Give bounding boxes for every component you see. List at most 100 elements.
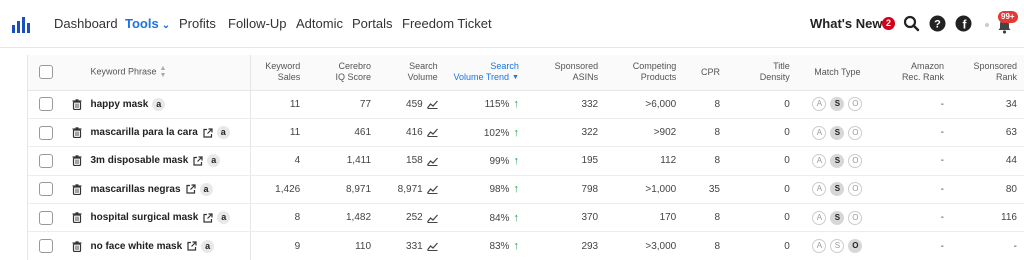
top-nav: Dashboard Tools ⌄ Profits Follow-Up Adtom… [0, 0, 1024, 48]
keyword-cell: hospital surgical mask a [90, 203, 252, 233]
facebook-icon[interactable]: f [955, 15, 972, 32]
header-keyword-sales[interactable]: Keyword Sales [250, 55, 309, 91]
external-link-icon[interactable] [185, 184, 196, 194]
cerebro-iq-cell: 1,482 [308, 203, 380, 233]
match-type-o-toggle[interactable]: O [848, 182, 863, 197]
nav-dashboard[interactable]: Dashboard [54, 16, 118, 31]
nav-profits[interactable]: Profits [179, 16, 216, 31]
match-type-o-toggle[interactable]: O [848, 125, 863, 140]
match-type-a-toggle[interactable]: A [812, 125, 827, 140]
nav-adtomic[interactable]: Adtomic [296, 16, 343, 31]
match-type-s-toggle[interactable]: S [830, 239, 845, 254]
header-actions [63, 55, 91, 91]
keyword-phrase[interactable]: 3m disposable mask [90, 156, 188, 167]
keyword-phrase[interactable]: happy mask [90, 99, 148, 110]
header-search-volume-trend[interactable]: Search Volume Trend ▼ [445, 55, 527, 91]
amazon-icon[interactable]: a [199, 182, 213, 196]
row-checkbox[interactable] [38, 97, 53, 112]
nav-tools[interactable]: Tools ⌄ [125, 16, 170, 31]
sponsored-rank-cell: - [951, 231, 1024, 260]
trend-value: 102% [483, 127, 510, 139]
trash-icon[interactable] [72, 184, 82, 195]
keyword-phrase[interactable]: no face white mask [90, 241, 182, 252]
helium10-logo-icon[interactable] [12, 17, 30, 33]
header-amazon-rec-rank[interactable]: Amazon Rec. Rank [876, 55, 952, 91]
match-type-a-toggle[interactable]: A [812, 239, 827, 254]
line-chart-icon[interactable] [426, 127, 438, 138]
external-link-icon[interactable] [203, 213, 213, 223]
match-type-a-toggle[interactable]: A [812, 182, 827, 197]
keyword-sales-cell: 1,426 [250, 175, 309, 205]
match-type-o-toggle[interactable]: O [848, 153, 863, 168]
search-volume-trend-cell: 102% ↑ [445, 118, 527, 148]
match-type-s-toggle[interactable]: S [830, 210, 845, 225]
match-type-o-toggle[interactable]: O [848, 97, 863, 112]
line-chart-icon[interactable] [426, 241, 438, 251]
header-cpr[interactable]: CPR [684, 55, 728, 91]
select-all-checkbox[interactable] [38, 65, 53, 80]
header-competing-products[interactable]: Competing Products [606, 55, 685, 91]
amazon-icon[interactable]: a [217, 211, 231, 225]
match-type-s-toggle[interactable]: S [830, 153, 845, 168]
row-select-cell [28, 146, 64, 176]
nav-follow-up[interactable]: Follow-Up [228, 16, 287, 31]
header-sponsored-asins[interactable]: Sponsored ASINs [526, 55, 607, 91]
match-type-o-toggle[interactable]: O [848, 239, 863, 254]
sponsored-rank-cell: 44 [951, 146, 1024, 176]
line-chart-icon[interactable] [426, 156, 438, 166]
keyword-sales-cell: 4 [250, 146, 309, 176]
keyword-phrase[interactable]: mascarilla para la cara [90, 127, 197, 138]
search-volume-value: 416 [406, 127, 423, 139]
match-type-cell: ASO [797, 231, 877, 260]
header-cerebro-iq[interactable]: Cerebro IQ Score [308, 55, 380, 91]
header-title-density[interactable]: Title Density [728, 55, 798, 91]
line-chart-icon[interactable] [426, 184, 438, 195]
trash-icon[interactable] [72, 98, 82, 110]
trash-icon[interactable] [72, 127, 82, 139]
external-link-icon[interactable] [193, 156, 203, 166]
row-checkbox[interactable] [38, 125, 53, 140]
trash-icon[interactable] [72, 155, 82, 167]
arrow-up-icon: ↑ [513, 154, 519, 167]
amazon-icon[interactable]: a [152, 97, 166, 111]
cerebro-iq-cell: 461 [308, 118, 380, 148]
row-checkbox[interactable] [38, 239, 53, 254]
amazon-rec-rank-cell: - [876, 118, 952, 148]
match-type-s-toggle[interactable]: S [830, 125, 845, 140]
whats-new-link[interactable]: What's New? [810, 16, 890, 31]
match-type-s-toggle[interactable]: S [830, 97, 845, 112]
row-checkbox[interactable] [38, 153, 53, 168]
amazon-icon[interactable]: a [201, 239, 215, 253]
match-type-a-toggle[interactable]: A [812, 97, 827, 112]
trash-icon[interactable] [72, 240, 82, 252]
header-search-volume[interactable]: Search Volume [379, 55, 446, 91]
header-match-type[interactable]: Match Type [797, 55, 877, 91]
search-icon[interactable] [903, 15, 920, 32]
nav-freedom-ticket[interactable]: Freedom Ticket [402, 16, 492, 31]
help-icon[interactable]: ? [929, 15, 946, 32]
line-chart-icon[interactable] [426, 213, 438, 223]
row-checkbox[interactable] [38, 210, 53, 225]
trend-value: 115% [484, 99, 510, 111]
match-type-s-toggle[interactable]: S [830, 182, 845, 197]
keyword-phrase[interactable]: hospital surgical mask [90, 212, 198, 223]
title-density-cell: 0 [728, 146, 798, 176]
sponsored-rank-cell: 116 [951, 203, 1024, 233]
header-keyword-phrase[interactable]: Keyword Phrase ▲ ▼ [90, 55, 252, 91]
title-density-cell: 0 [728, 231, 798, 260]
amazon-icon[interactable]: a [216, 126, 230, 140]
row-checkbox[interactable] [38, 182, 53, 197]
nav-portals[interactable]: Portals [352, 16, 392, 31]
line-chart-icon[interactable] [426, 99, 438, 110]
search-volume-value: 331 [406, 240, 423, 252]
match-type-o-toggle[interactable]: O [848, 210, 863, 225]
external-link-icon[interactable] [203, 127, 213, 138]
external-link-icon[interactable] [187, 241, 197, 251]
header-sponsored-rank[interactable]: Sponsored Rank [951, 55, 1024, 91]
arrow-up-icon: ↑ [513, 183, 519, 196]
keyword-phrase[interactable]: mascarillas negras [90, 184, 180, 195]
trash-icon[interactable] [72, 212, 82, 224]
match-type-a-toggle[interactable]: A [812, 210, 827, 225]
amazon-icon[interactable]: a [207, 154, 221, 168]
match-type-a-toggle[interactable]: A [812, 153, 827, 168]
